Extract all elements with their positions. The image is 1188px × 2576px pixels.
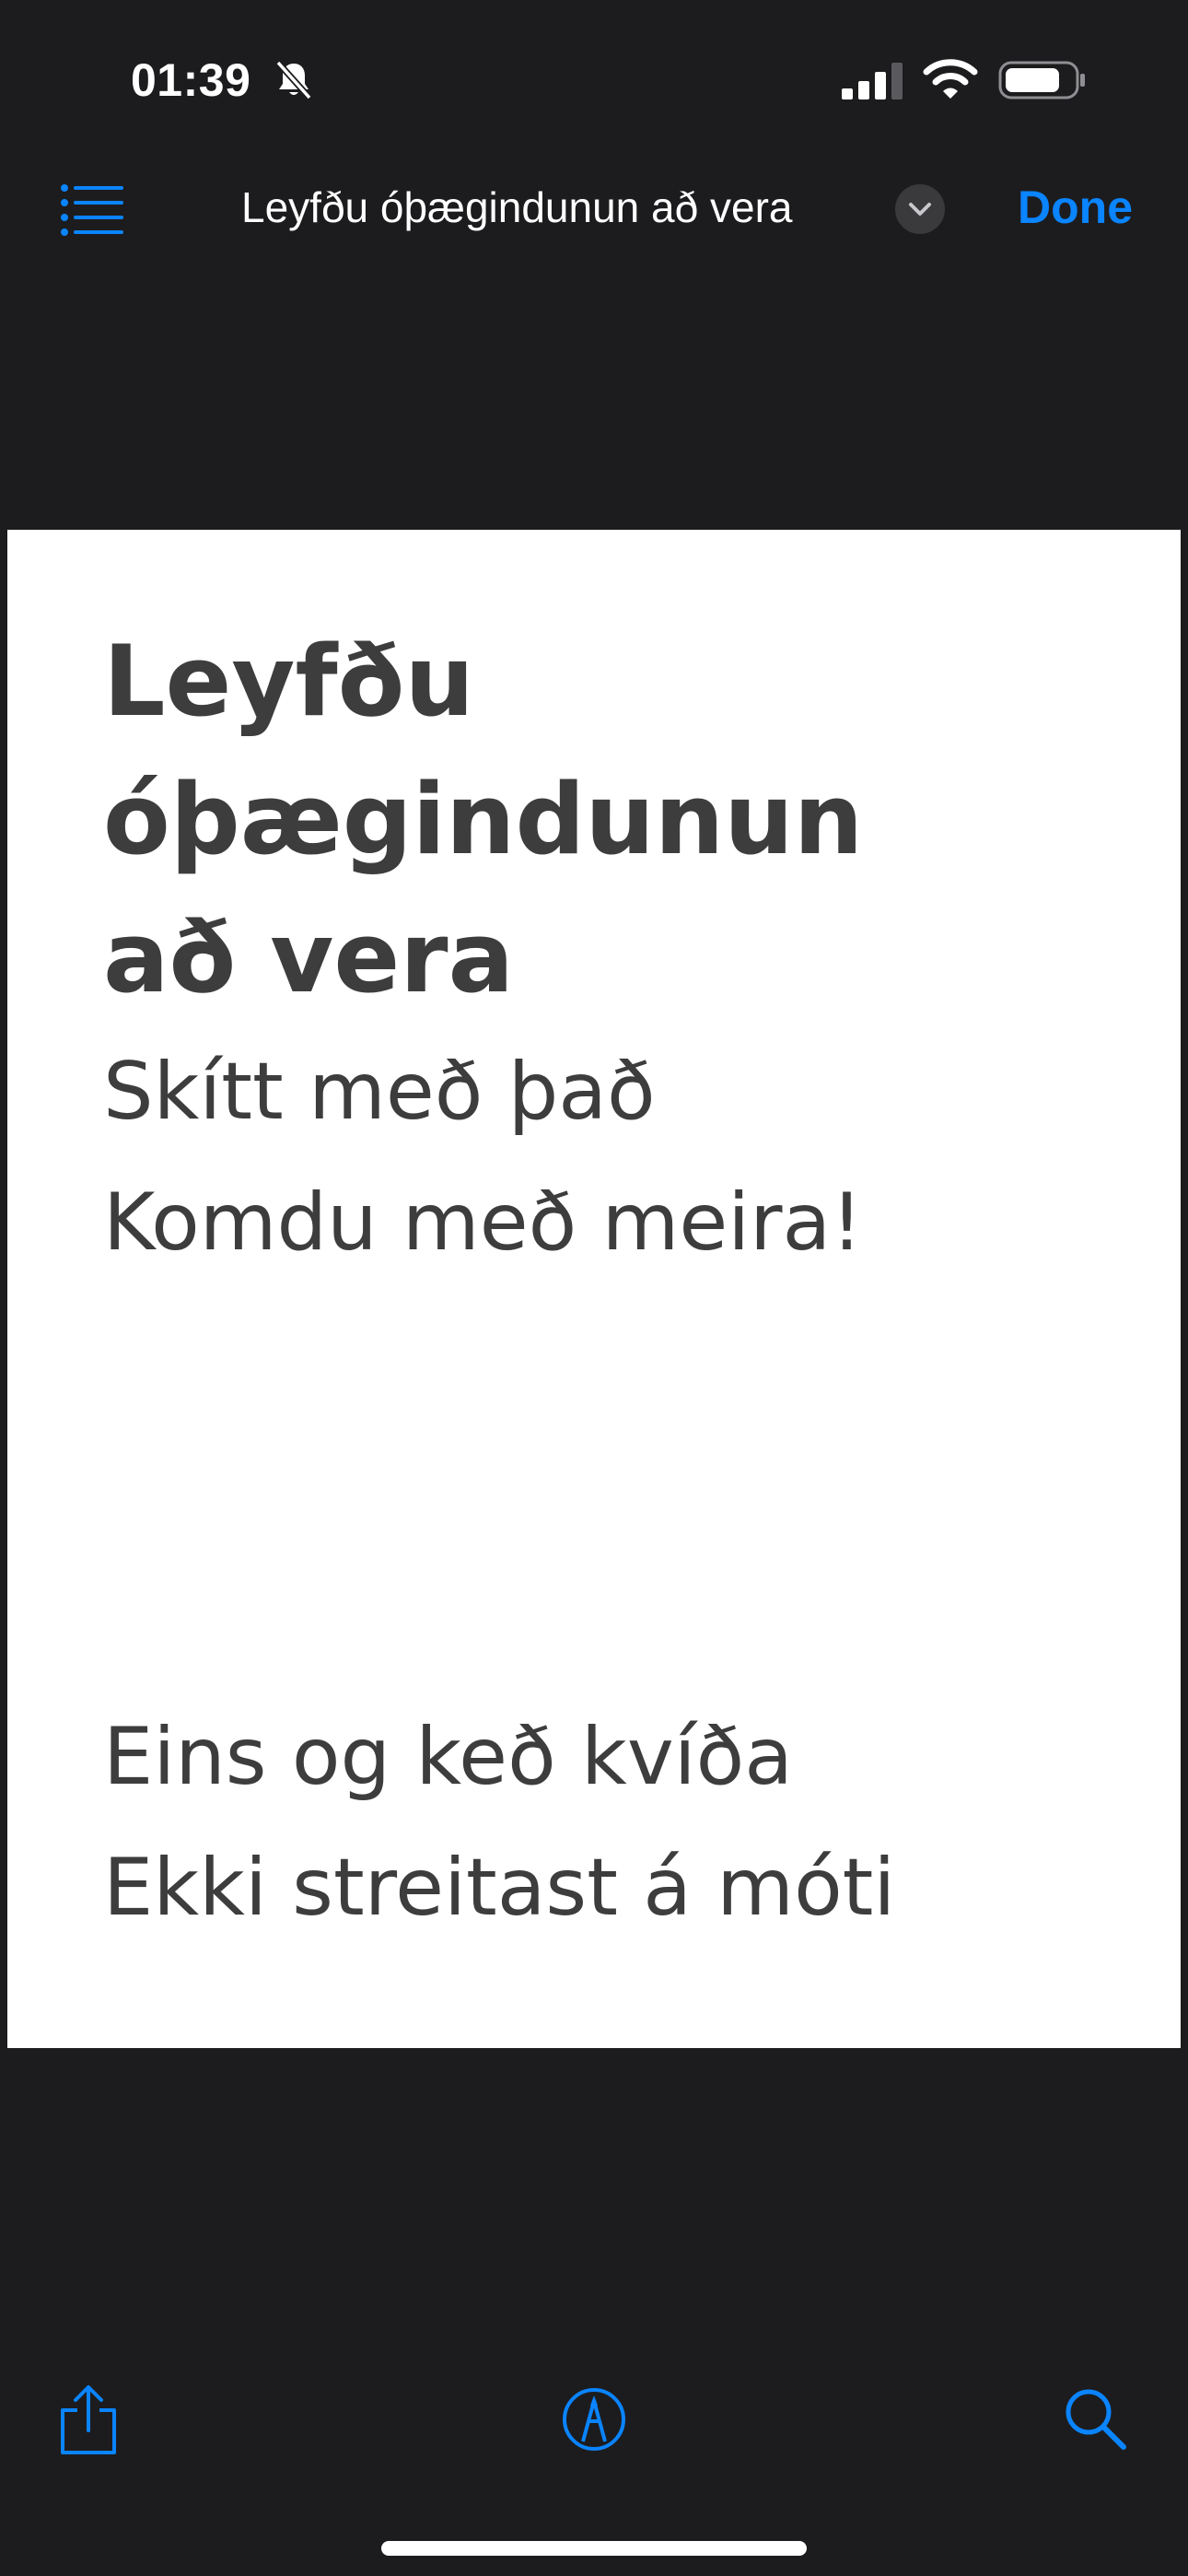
bell-slash-icon <box>275 60 312 100</box>
text-line: Skítt með það <box>103 1046 656 1138</box>
text-line: Ekki streitast á móti <box>103 1842 896 1934</box>
battery-icon <box>998 61 1085 100</box>
done-button[interactable]: Done <box>1018 181 1133 234</box>
home-indicator[interactable] <box>381 2541 807 2556</box>
share-icon[interactable] <box>52 2383 125 2456</box>
document-heading: Leyfðu óþægindunun að vera <box>103 625 864 1014</box>
list-icon[interactable] <box>59 181 125 236</box>
search-icon[interactable] <box>1059 2383 1133 2456</box>
document-page[interactable]: Leyfðu óþægindunun að vera Skítt með það… <box>7 530 1181 2048</box>
wifi-icon <box>923 59 978 99</box>
document-title[interactable]: Leyfðu óþægindunun að vera <box>241 182 792 232</box>
text-line: Komdu með meira! <box>103 1177 863 1269</box>
chevron-down-icon <box>909 203 931 216</box>
text-line: Eins og keð kvíða <box>103 1711 793 1803</box>
cellular-signal-icon <box>842 63 903 100</box>
markup-icon[interactable] <box>557 2383 631 2456</box>
status-time: 01:39 <box>131 54 251 106</box>
title-menu-button[interactable] <box>895 184 945 234</box>
